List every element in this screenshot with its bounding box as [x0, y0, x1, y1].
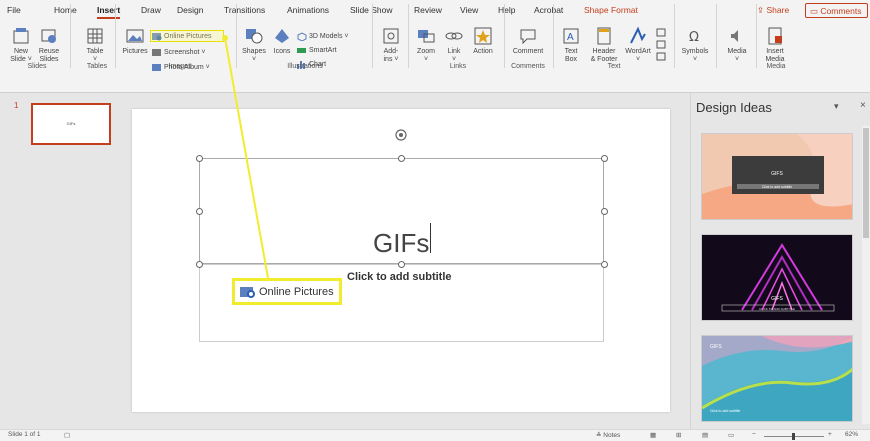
design-idea-1-title: GIFS — [771, 171, 783, 177]
zoom-level[interactable]: 62% — [845, 431, 858, 438]
zoom-slider-thumb[interactable] — [792, 433, 795, 440]
slideshow-icon[interactable]: ▭ — [728, 431, 734, 439]
design-idea-card-2[interactable]: GIFS CLICK TO ADD SUBTITLE — [701, 234, 853, 321]
design-idea-3-subtitle: Click to add subtitle — [710, 409, 741, 413]
accessibility-icon[interactable]: ▢ — [64, 431, 70, 439]
zoom-out-icon[interactable]: − — [752, 431, 756, 438]
design-idea-3-title: GIFS — [710, 344, 722, 350]
chevron-down-icon[interactable]: ▾ — [834, 101, 839, 112]
status-bar: Slide 1 of 1 ▢ ≙ Notes ▦ ⊞ ▤ ▭ − + 62% — [0, 429, 870, 441]
normal-view-icon[interactable]: ▦ — [650, 431, 656, 439]
design-idea-1-art — [702, 134, 852, 219]
design-idea-card-3[interactable]: GIFS Click to add subtitle — [701, 335, 853, 422]
design-ideas-title: Design Ideas — [696, 100, 772, 115]
slide-counter: Slide 1 of 1 — [8, 431, 41, 438]
close-icon[interactable]: × — [860, 100, 866, 111]
slide-sorter-icon[interactable]: ⊞ — [676, 431, 681, 439]
zoom-in-icon[interactable]: + — [828, 431, 832, 438]
online-pictures-icon — [240, 286, 255, 298]
design-idea-2-subtitle: CLICK TO ADD SUBTITLE — [759, 307, 795, 311]
scrollbar-thumb[interactable] — [863, 128, 869, 238]
design-idea-card-1[interactable]: GIFS Click to add subtitle — [701, 133, 853, 220]
notes-button[interactable]: ≙ Notes — [596, 431, 620, 439]
online-pictures-callout[interactable]: Online Pictures — [232, 278, 342, 305]
reading-view-icon[interactable]: ▤ — [702, 431, 708, 439]
design-idea-1-subtitle: Click to add subtitle — [761, 185, 793, 189]
design-idea-2-title: GIFS — [771, 296, 783, 302]
